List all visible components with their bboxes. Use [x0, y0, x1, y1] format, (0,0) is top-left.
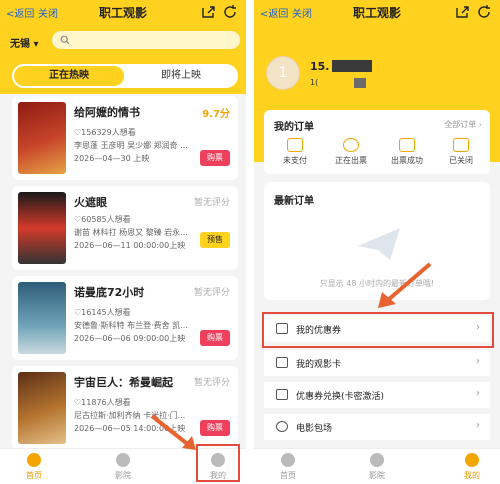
menu-label: 优惠券兑换(卡密激活): [296, 392, 385, 402]
redacted-name: [332, 60, 372, 72]
presale-button[interactable]: 预售: [200, 232, 230, 248]
movie-poster: [18, 372, 66, 444]
order-status-unpaid[interactable]: 未支付: [270, 138, 320, 166]
tab-coming-soon[interactable]: 即将上映: [126, 66, 236, 86]
highlight-box: [262, 312, 494, 348]
movie-title: 诺曼底72小时: [74, 286, 145, 299]
all-orders-link[interactable]: 全部订单 ›: [444, 119, 482, 130]
movie-card[interactable]: 诺曼底72小时 暂无评分 ♡16145人想看 安德鲁·斯科特 布兰登·费舍 凯.…: [12, 276, 238, 360]
nav-bar: <返回 关闭 职工观影: [0, 0, 246, 24]
buy-ticket-button[interactable]: 购票: [200, 150, 230, 166]
tab-cinema-label: 影院: [369, 471, 385, 480]
movie-title: 给阿嬷的情书: [74, 106, 140, 119]
movie-list-screen: <返回 关闭 职工观影 无锡 ▾ 正在热映 即将上映 给阿嬷的情书 9.7分 ♡…: [0, 0, 246, 484]
tab-cinema-label: 影院: [115, 471, 131, 480]
menu-item-movie-card[interactable]: 我的观影卡 ›: [264, 350, 490, 376]
home-icon: [281, 453, 295, 467]
movie-tabs: 正在热映 即将上映: [12, 64, 238, 88]
movie-poster: [18, 192, 66, 264]
refresh-icon[interactable]: [476, 4, 492, 20]
screen-divider: [246, 0, 254, 484]
menu-item-private-screening[interactable]: 电影包场 ›: [264, 414, 490, 440]
cinema-icon: [116, 453, 130, 467]
wallet-icon: [287, 138, 303, 152]
tab-mine[interactable]: 我的: [452, 453, 492, 481]
movie-cast: 安德鲁·斯科特 布兰登·费舍 凯...: [74, 321, 188, 330]
order-status-success[interactable]: 出票成功: [382, 138, 432, 166]
closed-icon: [453, 138, 469, 152]
profile-icon: [465, 453, 479, 467]
cinema-icon: [370, 453, 384, 467]
movie-cast: 李恩蓬 王彦明 吴少娜 郑润奇 ...: [74, 141, 188, 150]
release-date: 2026—06—06 09:00:00上映: [74, 334, 186, 343]
order-status-label: 正在出票: [335, 156, 367, 165]
want-count: ♡60585人想看: [74, 215, 131, 224]
nav-bar: <返回 关闭 职工观影: [254, 0, 500, 24]
want-count: ♡16145人想看: [74, 308, 131, 317]
movie-cast: 谢苗 林科打 杨恩又 黎臻 岩永...: [74, 228, 188, 237]
want-count: ♡11876人想看: [74, 398, 131, 407]
tab-cinema[interactable]: 影院: [357, 453, 397, 481]
paper-plane-icon: [358, 228, 400, 260]
chevron-right-icon: ›: [476, 388, 480, 399]
movie-score: 暂无评分: [193, 378, 230, 388]
movie-title: 宇宙巨人：希曼崛起: [74, 376, 173, 389]
arrow-annotation: [150, 414, 196, 450]
order-status-label: 已关闭: [449, 156, 473, 165]
folder-icon: [276, 357, 288, 368]
share-icon[interactable]: [200, 4, 216, 20]
movie-score: 暂无评分: [193, 198, 230, 208]
search-icon: [60, 35, 70, 45]
order-status-label: 出票成功: [391, 156, 423, 165]
tab-home[interactable]: 首页: [268, 453, 308, 481]
redacted-info: [354, 78, 366, 88]
release-date: 2026—06—11 00:00:00上映: [74, 241, 186, 250]
menu-label: 我的观影卡: [296, 360, 342, 370]
chat-icon: [276, 421, 288, 432]
chevron-right-icon: ›: [476, 356, 480, 367]
highlight-box: [196, 444, 240, 482]
tab-home[interactable]: 首页: [14, 453, 54, 481]
movie-score: 9.7分: [202, 109, 230, 120]
tab-cinema[interactable]: 影院: [103, 453, 143, 481]
order-status-closed[interactable]: 已关闭: [436, 138, 486, 166]
buy-ticket-button[interactable]: 购票: [200, 420, 230, 436]
refresh-icon[interactable]: [222, 4, 238, 20]
release-date: 2026—04—30 上映: [74, 154, 150, 163]
folder-icon: [276, 389, 288, 400]
home-icon: [27, 453, 41, 467]
avatar[interactable]: 1: [266, 56, 300, 90]
city-selector[interactable]: 无锡 ▾: [10, 35, 39, 50]
arrow-annotation: [378, 262, 432, 308]
check-ticket-icon: [399, 138, 415, 152]
menu-label: 电影包场: [296, 424, 333, 434]
movie-title: 火遮眼: [74, 196, 107, 209]
tab-home-label: 首页: [280, 471, 296, 480]
user-subline: 1(: [310, 78, 319, 87]
orders-card: 我的订单 全部订单 › 未支付 正在出票 出票成功 已关闭: [264, 110, 490, 174]
movie-poster: [18, 102, 66, 174]
orders-title: 我的订单: [274, 122, 314, 133]
user-name: 15.: [310, 60, 330, 73]
menu-item-redeem[interactable]: 优惠券兑换(卡密激活) ›: [264, 382, 490, 408]
movie-score: 暂无评分: [193, 288, 230, 298]
movie-poster: [18, 282, 66, 354]
movie-card[interactable]: 给阿嬷的情书 9.7分 ♡156329人想看 李恩蓬 王彦明 吴少娜 郑润奇 .…: [12, 96, 238, 180]
tab-now-showing[interactable]: 正在热映: [14, 66, 124, 86]
buy-ticket-button[interactable]: 购票: [200, 330, 230, 346]
chevron-right-icon: ›: [476, 420, 480, 431]
tab-mine-label: 我的: [464, 471, 480, 480]
bottom-tab-bar: 首页 影院 我的: [254, 448, 500, 484]
movie-card[interactable]: 火遮眼 暂无评分 ♡60585人想看 谢苗 林科打 杨恩又 黎臻 岩永... 2…: [12, 186, 238, 270]
clock-icon: [343, 138, 359, 152]
tab-home-label: 首页: [26, 471, 42, 480]
want-count: ♡156329人想看: [74, 128, 136, 137]
search-input[interactable]: [52, 31, 240, 49]
share-icon[interactable]: [454, 4, 470, 20]
movie-card[interactable]: 宇宙巨人：希曼崛起 暂无评分 ♡11876人想看 尼古拉斯·加利齐纳 卡米拉·门…: [12, 366, 238, 450]
latest-orders-title: 最新订单: [274, 196, 314, 207]
order-status-label: 未支付: [283, 156, 307, 165]
order-status-issuing[interactable]: 正在出票: [326, 138, 376, 166]
profile-screen: <返回 关闭 职工观影 1 15. 1( 我的订单 全部订单 › 未支付 正在出…: [254, 0, 500, 484]
